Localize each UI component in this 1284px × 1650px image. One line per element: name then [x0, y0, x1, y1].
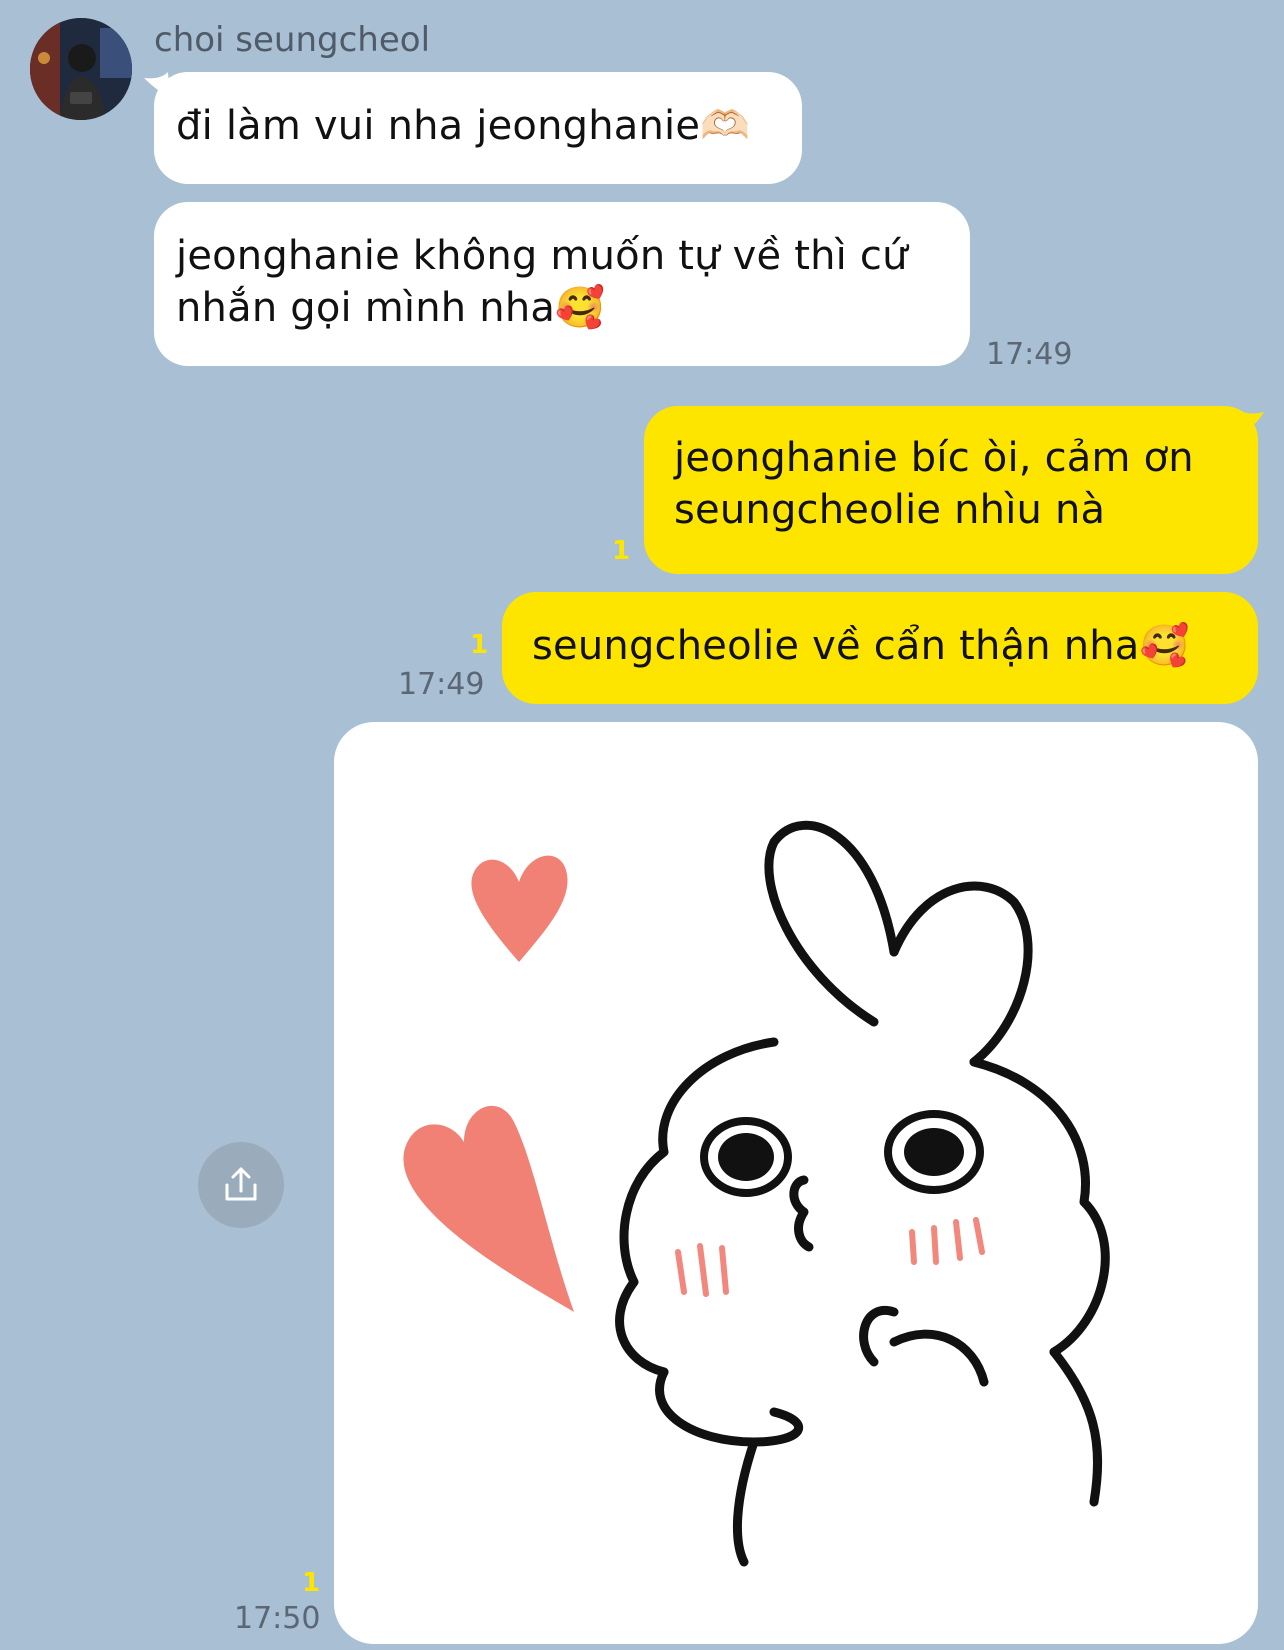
message-time: 17:49 — [986, 337, 1073, 372]
message-time: 17:49 — [398, 667, 485, 702]
incoming-message-bubble[interactable]: đi làm vui nha jeonghanie🫶🏻 — [154, 72, 802, 184]
message-time: 17:50 — [234, 1601, 321, 1636]
outgoing-message-bubble[interactable]: seungcheolie về cẩn thận nha🥰 — [502, 592, 1258, 704]
profile-photo — [30, 18, 132, 120]
unread-count: 1 — [612, 536, 631, 566]
share-button[interactable] — [198, 1142, 284, 1228]
message-text: jeonghanie không muốn tự về thì cứ nhắn … — [176, 233, 908, 331]
sticker-image[interactable] — [334, 722, 1258, 1644]
heart-icon — [471, 855, 568, 962]
unread-count: 1 — [302, 1568, 321, 1598]
sender-name: choi seungcheol — [154, 20, 431, 60]
heart-icon — [403, 1105, 574, 1312]
sender-avatar[interactable] — [30, 18, 132, 120]
outgoing-message-bubble[interactable]: jeonghanie bíc òi, cảm ơn seungcheolie n… — [644, 406, 1258, 574]
unread-count: 1 — [470, 630, 489, 660]
incoming-message-bubble[interactable]: jeonghanie không muốn tự về thì cứ nhắn … — [154, 202, 970, 366]
share-upload-icon — [225, 1167, 257, 1201]
message-text: jeonghanie bíc òi, cảm ơn seungcheolie n… — [674, 435, 1194, 533]
bunny-sticker — [403, 820, 1110, 1567]
message-text: seungcheolie về cẩn thận nha🥰 — [532, 623, 1190, 669]
message-text: đi làm vui nha jeonghanie🫶🏻 — [176, 103, 751, 149]
